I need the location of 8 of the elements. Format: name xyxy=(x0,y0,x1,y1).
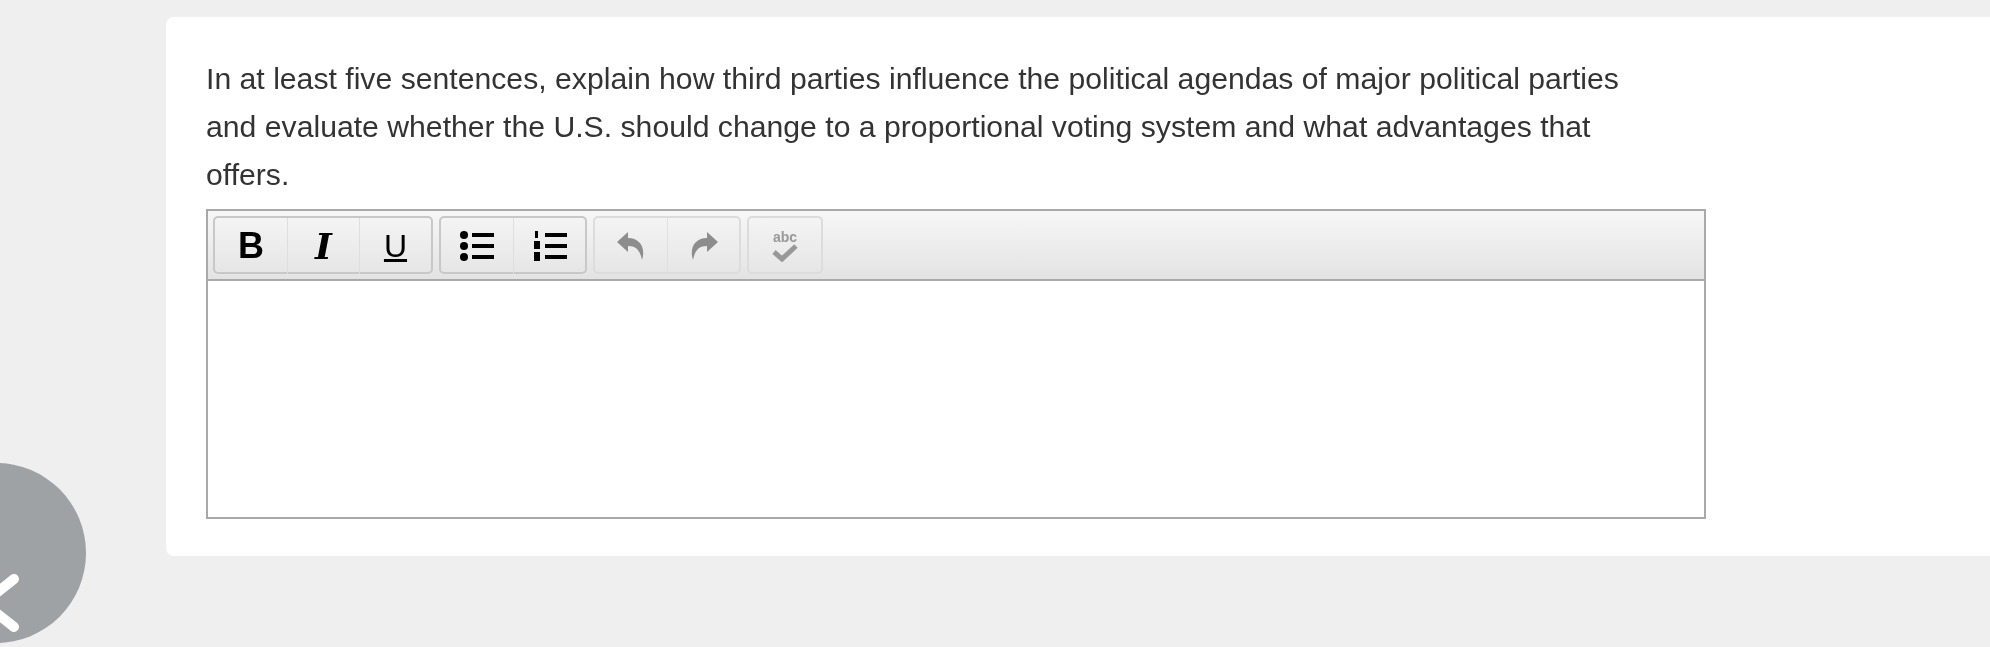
check-icon xyxy=(771,244,799,262)
italic-button[interactable]: I xyxy=(287,218,359,274)
bold-button[interactable]: B xyxy=(215,218,287,274)
question-text: In at least five sentences, explain how third parties influence the political agendas of major political parties and evaluate whether the U.S. should change to a proportional voting system and what advantages that offers. xyxy=(206,61,1620,193)
numbered-list-icon xyxy=(532,230,567,262)
bullet-list-icon xyxy=(460,231,494,261)
chevron-left-icon xyxy=(0,573,20,633)
underline-button[interactable]: U xyxy=(359,218,431,274)
